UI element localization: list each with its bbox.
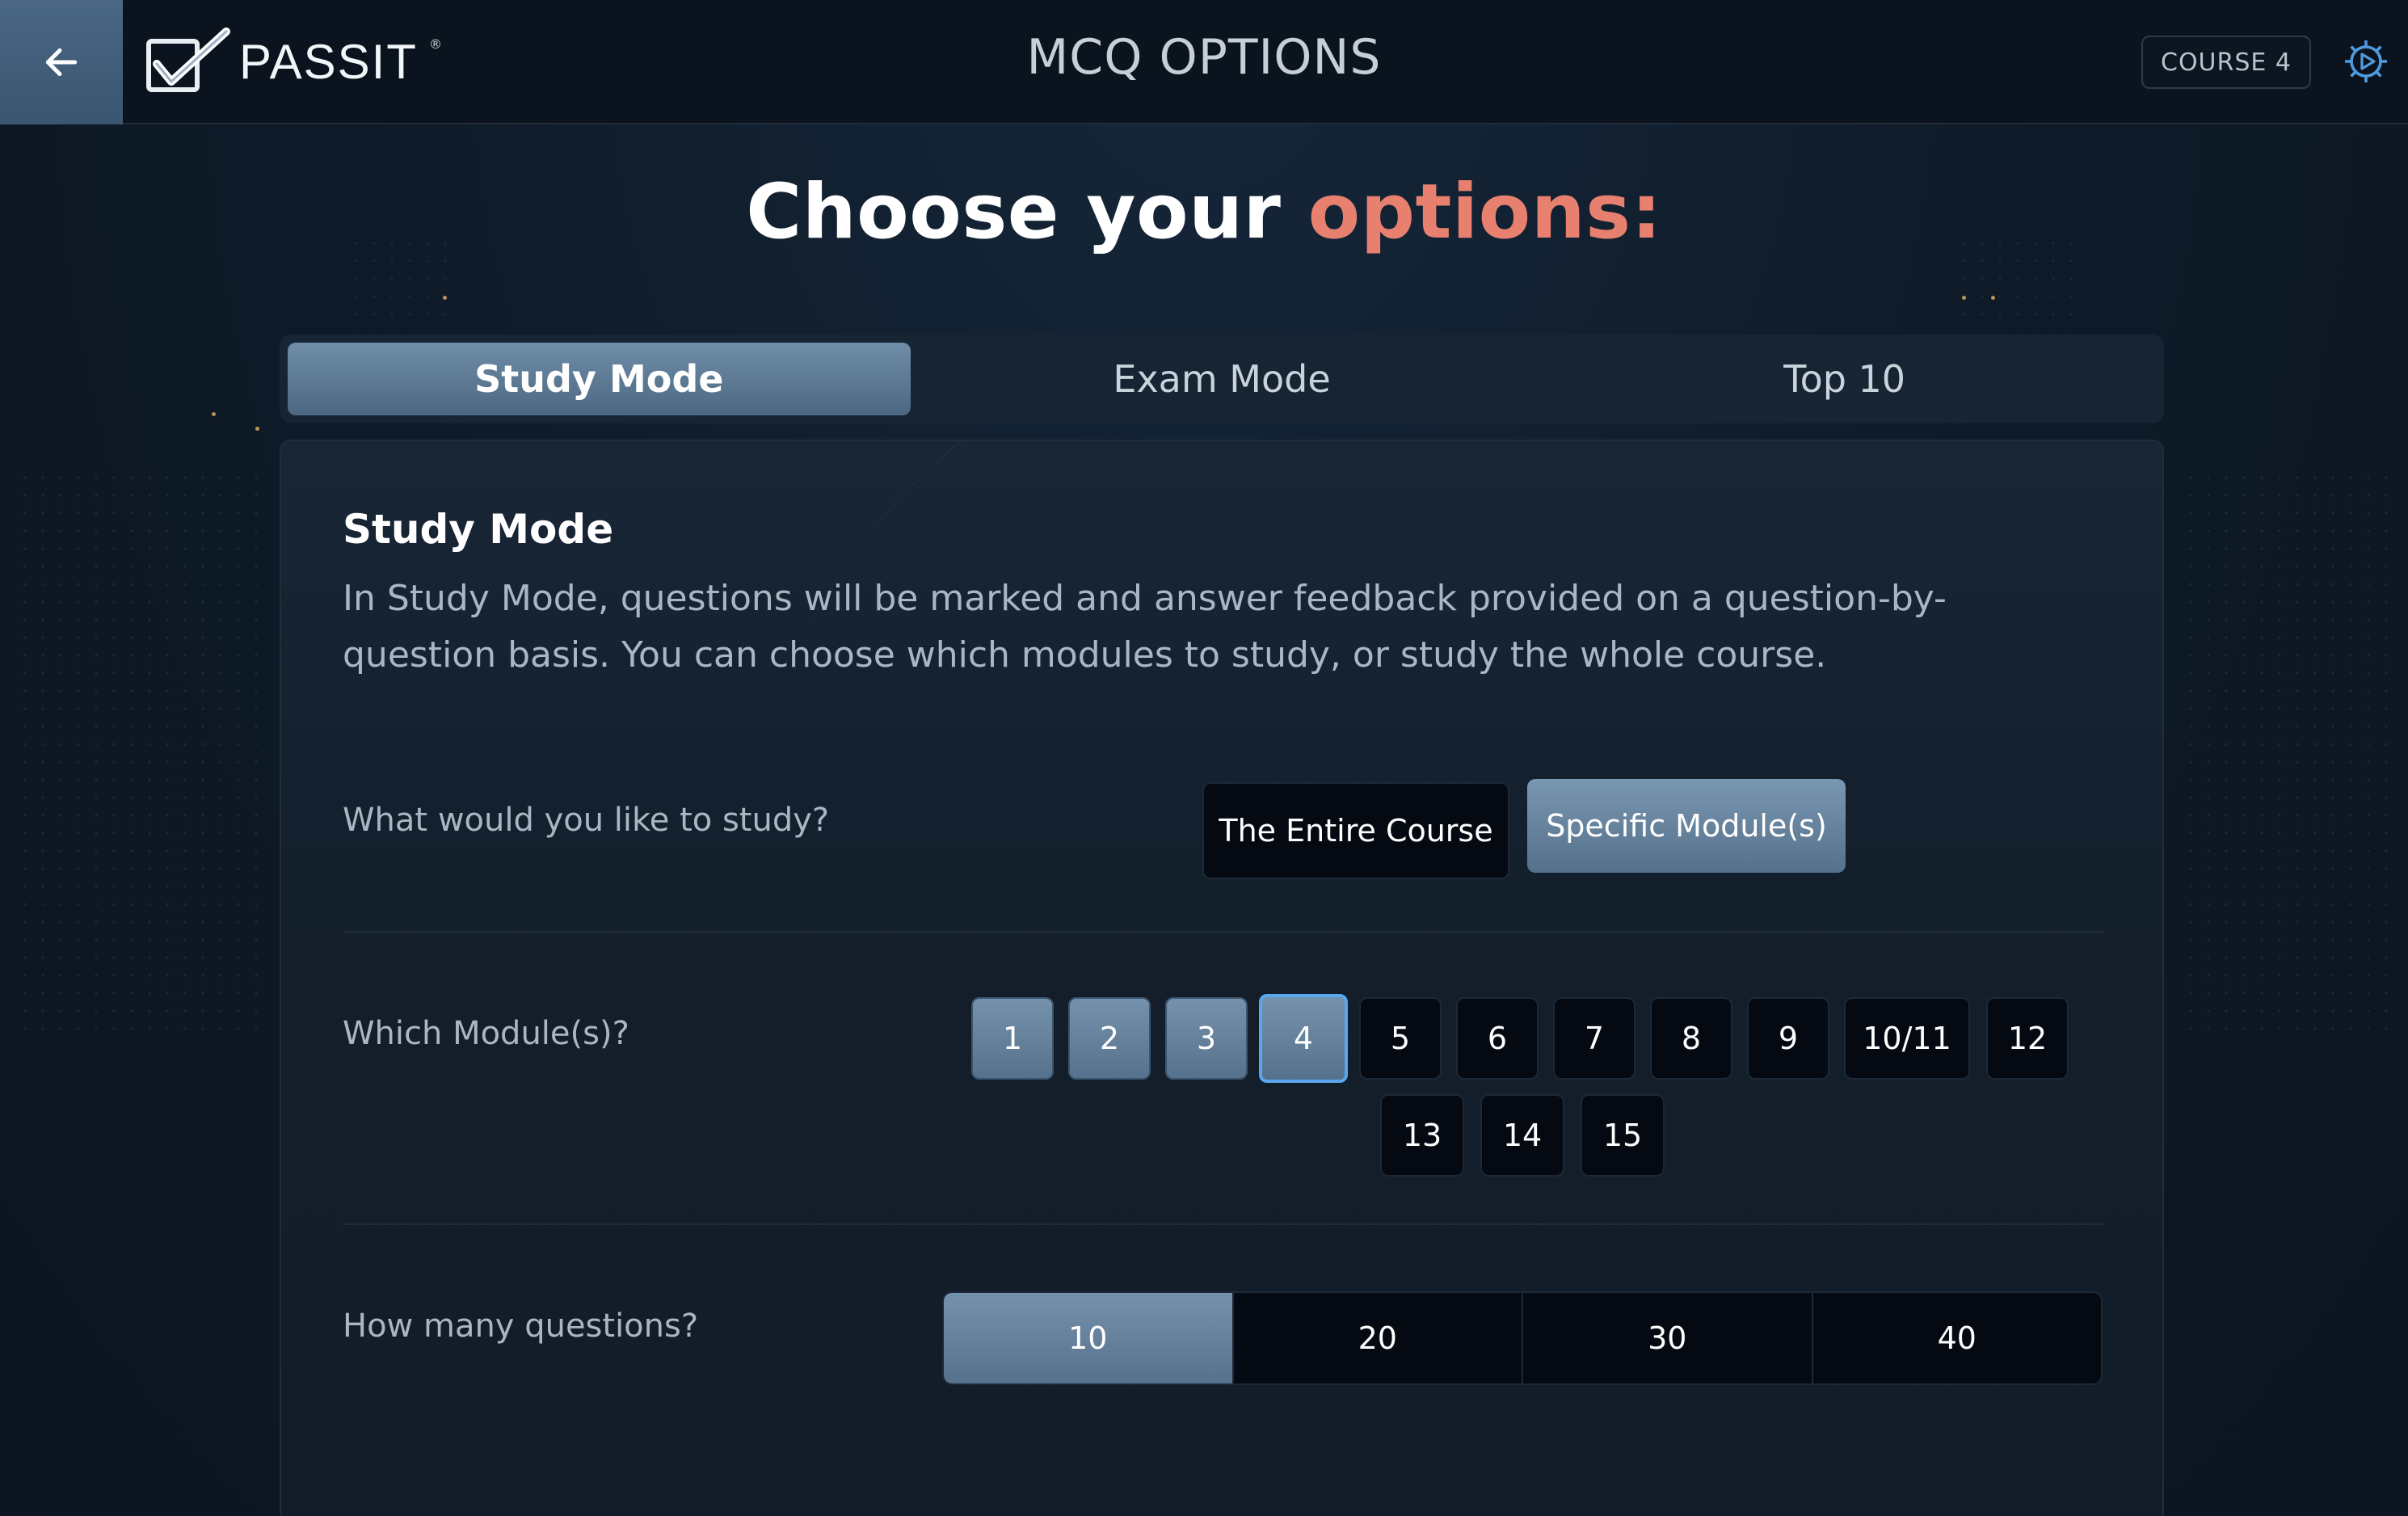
module-button-1[interactable]: 1 <box>971 997 1054 1080</box>
decorative-spark <box>255 427 259 431</box>
question-count-20[interactable]: 20 <box>1234 1293 1523 1383</box>
specific-modules-button[interactable]: Specific Module(s) <box>1527 779 1846 873</box>
choose-options-heading: Choose your options: <box>0 168 2408 256</box>
module-button-15[interactable]: 15 <box>1581 1094 1665 1177</box>
entire-course-button[interactable]: The Entire Course <box>1202 782 1509 879</box>
section-description: In Study Mode, questions will be marked … <box>343 578 1947 676</box>
module-button-13[interactable]: 13 <box>1380 1094 1464 1177</box>
module-button-7[interactable]: 7 <box>1553 997 1636 1080</box>
module-button-5[interactable]: 5 <box>1359 997 1442 1080</box>
tab-top-10[interactable]: Top 10 <box>1533 343 2156 415</box>
course-badge[interactable]: COURSE 4 <box>2141 36 2311 89</box>
module-button-2[interactable]: 2 <box>1068 997 1151 1080</box>
study-scope-label: What would you like to study? <box>343 802 830 839</box>
gear-play-icon[interactable] <box>2340 36 2392 87</box>
decorative-spark <box>1962 296 1966 300</box>
module-button-3[interactable]: 3 <box>1165 997 1248 1080</box>
row-divider <box>343 931 2104 933</box>
study-mode-panel: Study Mode In Study Mode, questions will… <box>280 440 2164 1516</box>
decorative-spark <box>212 412 216 416</box>
decorative-spark <box>443 296 447 300</box>
heading-accent: options: <box>1307 168 1662 256</box>
page-title: MCQ OPTIONS <box>1026 29 1382 86</box>
module-button-6[interactable]: 6 <box>1456 997 1539 1080</box>
question-count-30[interactable]: 30 <box>1523 1293 1813 1383</box>
modules-label: Which Module(s)? <box>343 1015 629 1052</box>
module-button-10-11[interactable]: 10/11 <box>1844 997 1970 1080</box>
question-count-10[interactable]: 10 <box>944 1293 1234 1383</box>
decorative-spark <box>1991 296 1995 300</box>
mode-tabs: Study Mode Exam Mode Top 10 <box>280 335 2164 423</box>
top-header: PASSIT ® MCQ OPTIONS COURSE 4 <box>0 0 2408 124</box>
module-button-4[interactable]: 4 <box>1259 994 1348 1083</box>
tab-exam-mode[interactable]: Exam Mode <box>911 343 1534 415</box>
question-count-40[interactable]: 40 <box>1813 1293 2102 1383</box>
module-button-12[interactable]: 12 <box>1986 997 2069 1080</box>
module-button-9[interactable]: 9 <box>1747 997 1829 1080</box>
questions-label: How many questions? <box>343 1308 699 1345</box>
heading-prefix: Choose your <box>746 168 1308 256</box>
module-button-8[interactable]: 8 <box>1650 997 1732 1080</box>
row-divider <box>343 1223 2104 1225</box>
app-page: PASSIT ® MCQ OPTIONS COURSE 4 Choose your… <box>0 0 2408 1516</box>
tab-study-mode[interactable]: Study Mode <box>288 343 911 415</box>
decorative-dot-grid-right <box>2182 469 2392 1034</box>
question-count-selector: 10 20 30 40 <box>942 1291 2103 1385</box>
module-button-14[interactable]: 14 <box>1480 1094 1564 1177</box>
section-title: Study Mode <box>343 506 614 553</box>
decorative-dot-grid-left <box>16 469 259 1034</box>
